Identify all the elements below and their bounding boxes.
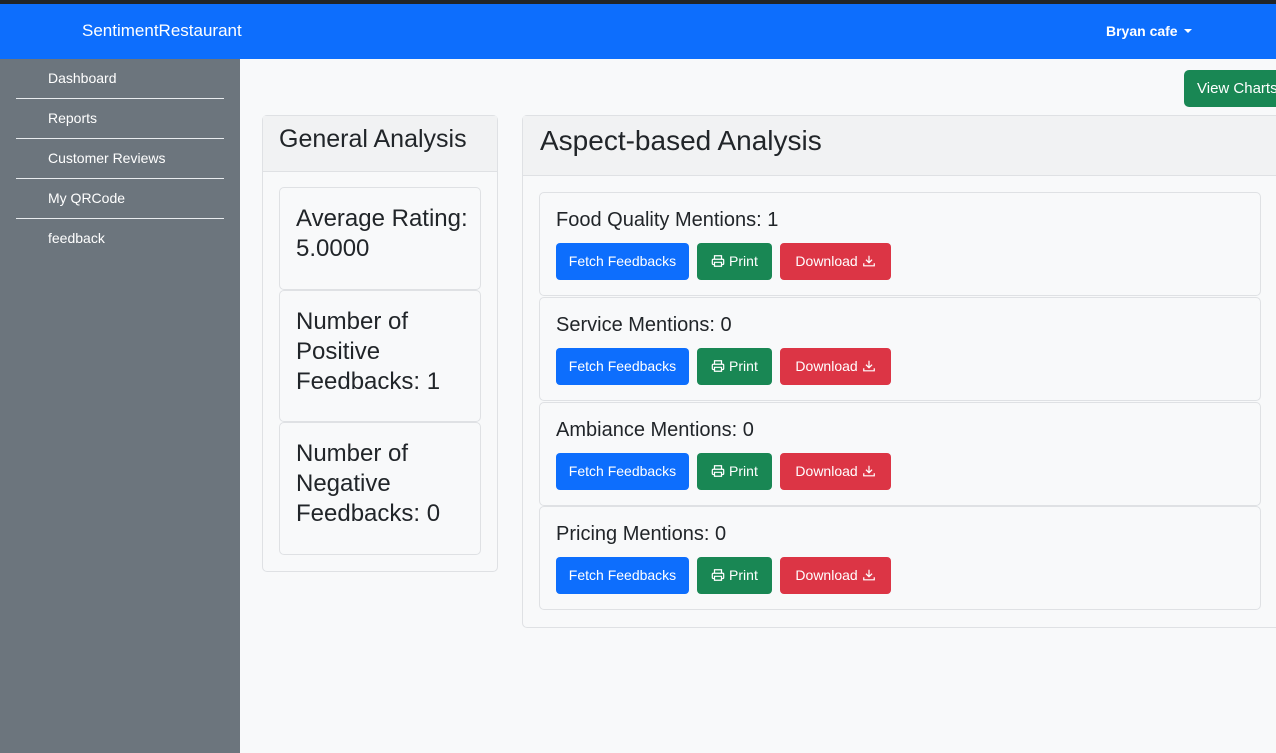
download-label: Download (795, 358, 858, 374)
download-button[interactable]: Download (780, 557, 891, 594)
view-charts-button[interactable]: View Charts (1184, 70, 1276, 107)
fetch-feedbacks-button[interactable]: Fetch Feedbacks (556, 557, 689, 594)
aspect-title: Service Mentions: 0 (556, 314, 732, 336)
fetch-feedbacks-button[interactable]: Fetch Feedbacks (556, 453, 689, 490)
download-label: Download (795, 463, 858, 479)
aspect-card-food-quality: Food Quality Mentions: 1 Fetch Feedbacks… (539, 192, 1261, 296)
aspect-analysis-card: Aspect-based Analysis Food Quality Menti… (522, 115, 1276, 628)
printer-icon (711, 465, 725, 477)
average-rating-stat: Average Rating: 5.0000 (279, 187, 481, 290)
fetch-feedbacks-button[interactable]: Fetch Feedbacks (556, 348, 689, 385)
brand-link[interactable]: SentimentRestaurant (82, 21, 242, 41)
user-dropdown[interactable]: Bryan cafe (1106, 23, 1192, 39)
aspect-analysis-title: Aspect-based Analysis (523, 116, 1276, 176)
aspect-card-pricing: Pricing Mentions: 0 Fetch Feedbacks Prin… (539, 506, 1261, 610)
download-icon (862, 255, 875, 267)
printer-icon (711, 360, 725, 372)
sidebar-item-reports[interactable]: Reports (16, 99, 224, 139)
printer-icon (711, 255, 725, 267)
aspect-title: Pricing Mentions: 0 (556, 523, 727, 545)
aspect-title: Food Quality Mentions: 1 (556, 209, 779, 231)
aspect-actions: Fetch Feedbacks Print Download (556, 557, 891, 594)
download-icon (862, 360, 875, 372)
general-analysis-title: General Analysis (263, 116, 497, 172)
caret-down-icon (1183, 29, 1192, 33)
download-icon (862, 569, 875, 581)
positive-feedbacks-stat: Number of Positive Feedbacks: 1 (279, 290, 481, 422)
print-button[interactable]: Print (697, 243, 772, 280)
download-icon (862, 465, 875, 477)
negative-feedbacks-stat: Number of Negative Feedbacks: 0 (279, 422, 481, 555)
sidebar-item-customer-reviews[interactable]: Customer Reviews (16, 139, 224, 179)
download-button[interactable]: Download (780, 348, 891, 385)
aspect-actions: Fetch Feedbacks Print Download (556, 453, 891, 490)
general-analysis-card: General Analysis Average Rating: 5.0000 … (262, 115, 498, 572)
main-content: View Charts General Analysis Average Rat… (240, 59, 1276, 753)
sidebar: Dashboard Reports Customer Reviews My QR… (0, 59, 240, 753)
fetch-feedbacks-button[interactable]: Fetch Feedbacks (556, 243, 689, 280)
aspect-card-service: Service Mentions: 0 Fetch Feedbacks Prin… (539, 297, 1261, 401)
print-button[interactable]: Print (697, 557, 772, 594)
print-label: Print (729, 567, 758, 583)
download-button[interactable]: Download (780, 453, 891, 490)
print-label: Print (729, 253, 758, 269)
print-button[interactable]: Print (697, 453, 772, 490)
download-label: Download (795, 567, 858, 583)
sidebar-item-my-qrcode[interactable]: My QRCode (16, 179, 224, 219)
aspect-card-ambiance: Ambiance Mentions: 0 Fetch Feedbacks Pri… (539, 402, 1261, 506)
printer-icon (711, 569, 725, 581)
top-navbar: SentimentRestaurant Bryan cafe (0, 4, 1276, 59)
download-label: Download (795, 253, 858, 269)
aspect-title: Ambiance Mentions: 0 (556, 419, 754, 441)
download-button[interactable]: Download (780, 243, 891, 280)
sidebar-item-dashboard[interactable]: Dashboard (16, 59, 224, 99)
user-dropdown-label: Bryan cafe (1106, 23, 1178, 39)
print-label: Print (729, 463, 758, 479)
aspect-actions: Fetch Feedbacks Print Download (556, 348, 891, 385)
aspect-actions: Fetch Feedbacks Print Download (556, 243, 891, 280)
print-label: Print (729, 358, 758, 374)
sidebar-item-feedback[interactable]: feedback (16, 219, 224, 259)
print-button[interactable]: Print (697, 348, 772, 385)
